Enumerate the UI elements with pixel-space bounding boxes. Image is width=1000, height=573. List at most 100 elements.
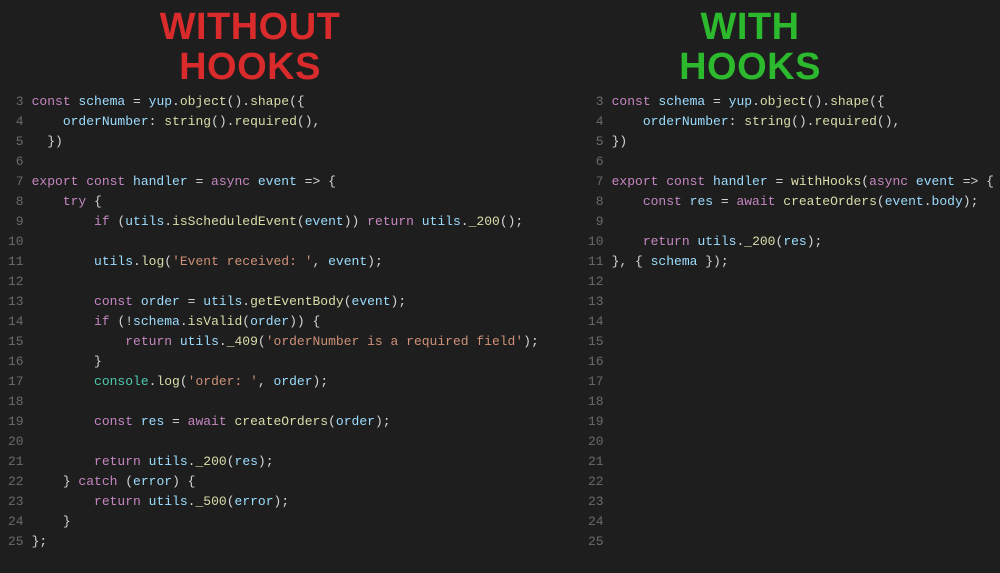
token xyxy=(612,274,620,289)
line-number: 19 xyxy=(588,412,604,432)
token xyxy=(32,374,94,389)
line-number: 14 xyxy=(588,312,604,332)
token: . xyxy=(172,94,180,109)
token: = xyxy=(180,294,203,309)
line-number: 21 xyxy=(588,452,604,472)
token: createOrders xyxy=(783,194,877,209)
line-number: 6 xyxy=(8,152,24,172)
token: string xyxy=(744,114,791,129)
code-line: if (utils.isScheduledEvent(event)) retur… xyxy=(32,212,539,232)
token: }) xyxy=(32,134,63,149)
token: = xyxy=(188,174,211,189)
token: . xyxy=(180,314,188,329)
token: handler xyxy=(713,174,768,189)
token: export xyxy=(612,174,667,189)
token: ); xyxy=(313,374,329,389)
token: const xyxy=(666,174,713,189)
token: shape xyxy=(830,94,869,109)
token: catch xyxy=(78,474,117,489)
heading-right-line2: HOOKS xyxy=(679,46,821,88)
token xyxy=(141,454,149,469)
token: )) xyxy=(344,214,367,229)
token: ) { xyxy=(172,474,195,489)
token: object xyxy=(180,94,227,109)
line-number: 11 xyxy=(8,252,24,272)
line-number: 13 xyxy=(588,292,604,312)
token: await xyxy=(736,194,775,209)
code-line: }) xyxy=(612,132,992,152)
token: event xyxy=(258,174,297,189)
token: utils xyxy=(94,254,133,269)
token: => { xyxy=(297,174,336,189)
code-line: export const handler = async event => { xyxy=(32,172,539,192)
token: utils xyxy=(180,334,219,349)
heading-left-line1: WITHOUT xyxy=(160,6,341,48)
line-number: 9 xyxy=(8,212,24,232)
line-number: 9 xyxy=(588,212,604,232)
token: ( xyxy=(180,374,188,389)
line-number: 6 xyxy=(588,152,604,172)
line-number: 7 xyxy=(588,172,604,192)
code-line xyxy=(612,292,992,312)
token: { xyxy=(86,194,102,209)
token xyxy=(612,394,620,409)
token xyxy=(32,274,40,289)
token: _500 xyxy=(195,494,226,509)
code-line xyxy=(32,392,539,412)
code-line xyxy=(612,372,992,392)
line-number: 18 xyxy=(588,392,604,412)
line-number: 12 xyxy=(588,272,604,292)
code-line xyxy=(612,312,992,332)
left-line-numbers: 345678910111213141516171819202122232425 xyxy=(0,92,32,573)
line-number: 24 xyxy=(8,512,24,532)
line-number: 12 xyxy=(8,272,24,292)
token: _200 xyxy=(469,214,500,229)
code-line: return utils._500(error); xyxy=(32,492,539,512)
line-number: 23 xyxy=(588,492,604,512)
code-line xyxy=(32,432,539,452)
token xyxy=(32,214,94,229)
token: utils xyxy=(203,294,242,309)
token: event xyxy=(328,254,367,269)
token: log xyxy=(156,374,179,389)
right-code: const schema = yup.object().shape({ orde… xyxy=(612,92,1000,573)
line-number: 11 xyxy=(588,252,604,272)
code-line: }, { schema }); xyxy=(612,252,992,272)
token: : xyxy=(149,114,165,129)
line-number: 15 xyxy=(8,332,24,352)
code-line: } xyxy=(32,352,539,372)
token: shape xyxy=(250,94,289,109)
line-number: 18 xyxy=(8,392,24,412)
token: ( xyxy=(227,494,235,509)
token xyxy=(32,454,94,469)
token xyxy=(32,234,40,249)
code-line xyxy=(612,452,992,472)
token xyxy=(32,414,94,429)
heading-without-hooks: WITHOUT HOOKS xyxy=(0,8,500,88)
token: }); xyxy=(697,254,728,269)
token: } xyxy=(32,514,71,529)
token: . xyxy=(219,334,227,349)
code-line: const res = await createOrders(order); xyxy=(32,412,539,432)
token: 'Event received: ' xyxy=(172,254,312,269)
token: ( xyxy=(227,454,235,469)
code-line: return utils._409('orderNumber is a requ… xyxy=(32,332,539,352)
token: isValid xyxy=(188,314,243,329)
token: return xyxy=(643,234,690,249)
token xyxy=(612,194,643,209)
token: _409 xyxy=(227,334,258,349)
token xyxy=(32,494,94,509)
line-number: 13 xyxy=(8,292,24,312)
code-line: const schema = yup.object().shape({ xyxy=(612,92,992,112)
token: withHooks xyxy=(791,174,861,189)
code-line: const order = utils.getEventBody(event); xyxy=(32,292,539,312)
line-number: 17 xyxy=(588,372,604,392)
token: ( xyxy=(297,214,305,229)
token: return xyxy=(125,334,172,349)
token: async xyxy=(869,174,916,189)
code-line xyxy=(612,492,992,512)
code-line: utils.log('Event received: ', event); xyxy=(32,252,539,272)
code-line: export const handler = withHooks(async e… xyxy=(612,172,992,192)
token: const xyxy=(94,414,141,429)
token: return xyxy=(367,214,414,229)
